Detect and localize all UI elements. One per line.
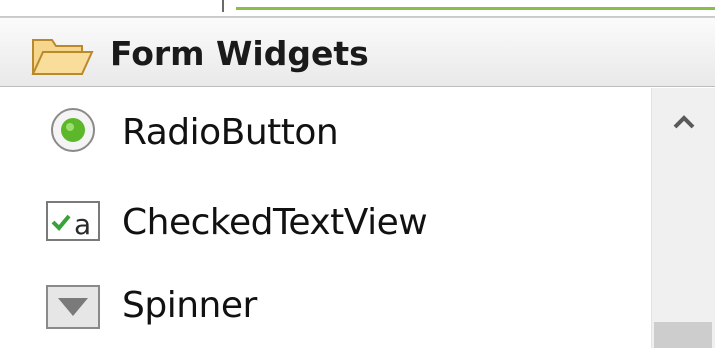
list-item-radiobutton[interactable]: RadioButton (0, 88, 651, 174)
item-label: CheckedTextView (122, 202, 428, 243)
chevron-up-icon[interactable] (672, 114, 696, 130)
category-title: Form Widgets (110, 34, 369, 73)
item-label: RadioButton (122, 112, 339, 153)
widget-list: RadioButton a CheckedTextView Spinner (0, 88, 651, 348)
scrollbar-thumb[interactable] (654, 322, 712, 348)
svg-text:a: a (74, 208, 91, 241)
previous-element-edge (0, 0, 715, 17)
vertical-scrollbar[interactable] (651, 88, 715, 348)
list-item-spinner[interactable]: Spinner (0, 260, 651, 346)
spinner-icon (46, 285, 100, 329)
list-item-checkedtextview[interactable]: a CheckedTextView (0, 174, 651, 260)
category-header-form-widgets[interactable]: Form Widgets (0, 17, 715, 87)
divider (222, 0, 224, 12)
radio-button-icon (51, 108, 95, 152)
checked-text-view-icon: a (46, 201, 100, 241)
folder-open-icon (31, 39, 94, 75)
widget-palette: Form Widgets RadioButton a CheckedTextVi… (0, 0, 715, 348)
selected-edge (236, 0, 715, 10)
item-label: Spinner (122, 285, 257, 326)
